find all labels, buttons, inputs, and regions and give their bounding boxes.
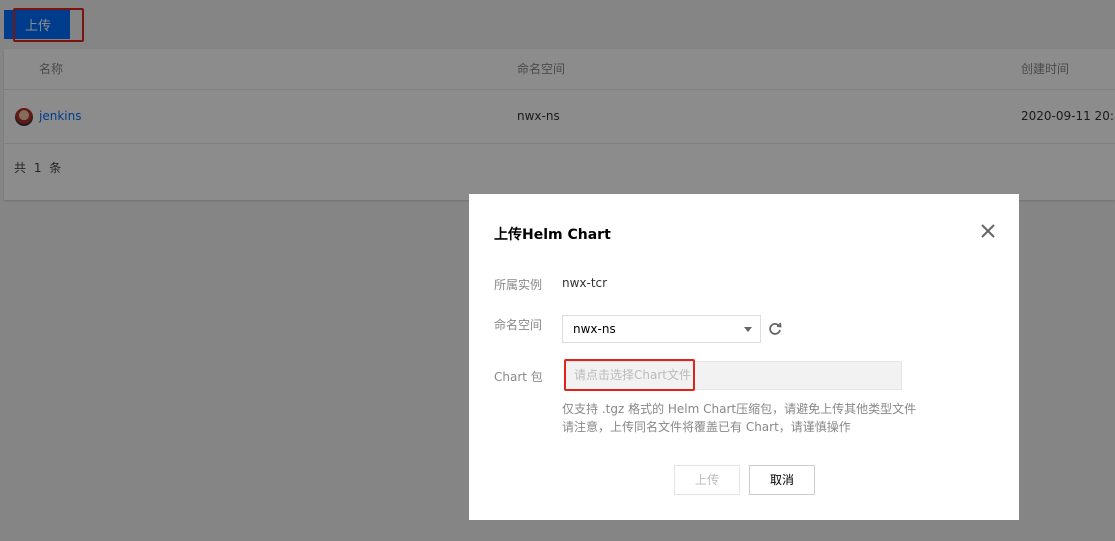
namespace-label: 命名空间	[494, 318, 543, 332]
dialog-title: 上传Helm Chart	[494, 227, 611, 243]
instance-label: 所属实例	[494, 278, 543, 292]
highlight-box-file-input	[564, 359, 695, 391]
namespace-select[interactable]: nwx-ns	[562, 315, 761, 343]
help-text-overwrite: 请注意，上传同名文件将覆盖已有 Chart，请谨慎操作	[562, 420, 851, 434]
chart-package-label: Chart 包	[494, 370, 543, 384]
submit-upload-button[interactable]: 上传	[674, 465, 740, 495]
help-text-format: 仅支持 .tgz 格式的 Helm Chart压缩包，请避免上传其他类型文件	[562, 402, 917, 416]
chevron-down-icon	[744, 327, 752, 332]
refresh-icon[interactable]	[767, 321, 783, 337]
namespace-select-value: nwx-ns	[573, 322, 616, 336]
upload-helm-chart-dialog: 上传Helm Chart 所属实例 nwx-tcr 命名空间 nwx-ns Ch…	[469, 194, 1019, 520]
instance-value: nwx-tcr	[562, 276, 608, 290]
cancel-button[interactable]: 取消	[749, 465, 815, 495]
close-icon[interactable]	[979, 222, 997, 240]
